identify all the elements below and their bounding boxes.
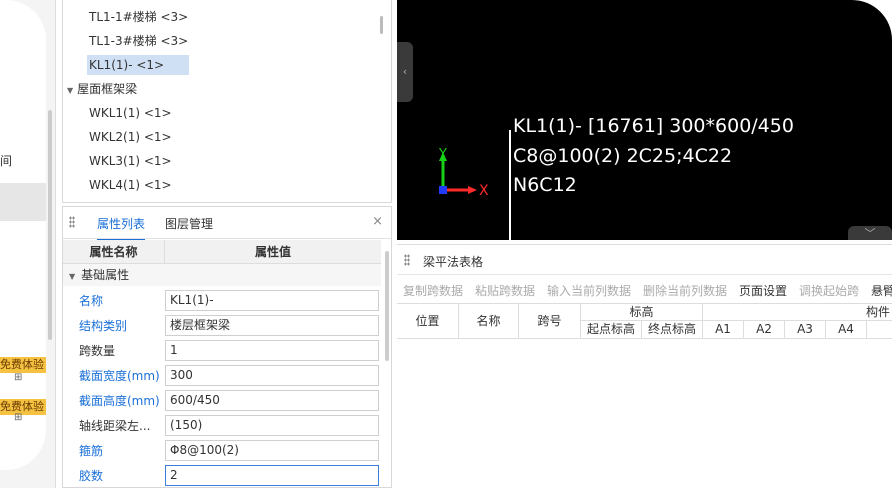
app-window: 间 免费体验 ⊞ 免费体验 ⊞ TL1-1#楼梯 <3> TL1-3#楼梯 <3…	[0, 0, 892, 488]
collapse-arrow-icon[interactable]: ▼	[69, 272, 75, 281]
sidebar-scrollbar[interactable]	[48, 110, 52, 340]
paste-span-data-button[interactable]: 粘贴跨数据	[475, 282, 535, 299]
y-axis-label: Y	[438, 148, 447, 162]
x-axis-arrow	[468, 186, 477, 194]
header-property-value: 属性值	[254, 245, 291, 259]
tree-group-roof-beams[interactable]: ▼ 屋面框架梁	[67, 79, 137, 99]
column-header-a2[interactable]: A2	[744, 321, 785, 338]
column-header-a1[interactable]: A1	[703, 321, 744, 338]
property-label: 轴线距梁左...	[79, 419, 151, 433]
property-value-field[interactable]: (150)	[165, 415, 379, 436]
input-column-data-button[interactable]: 输入当前列数据	[547, 282, 631, 299]
cantilever-button[interactable]: 悬臂	[871, 282, 892, 299]
property-value-input-focused[interactable]: 2	[165, 465, 379, 486]
tree-group-label: 屋面框架梁	[77, 82, 138, 96]
table-toolbar: 复制跨数据 粘贴跨数据 输入当前列数据 删除当前列数据 页面设置 调换起始跨 悬…	[397, 275, 892, 303]
coordinate-axis-icon: Y X	[438, 148, 489, 199]
property-label: 结构类别	[79, 319, 128, 333]
header-property-name: 属性名称	[63, 240, 165, 264]
property-group-basic[interactable]: ▼ 基础属性	[63, 264, 381, 286]
copy-span-data-button[interactable]: 复制跨数据	[403, 282, 463, 299]
beam-table-header: 位置 名称 跨号 标高 起点标高 终点标高 构件 A1 A2 A3 A4	[397, 303, 892, 339]
beam-annotation-line2: C8@100(2) 2C25;4C22	[513, 145, 733, 167]
sidebar-selected-item[interactable]	[0, 183, 46, 221]
property-value-field[interactable]: 1	[165, 340, 379, 361]
property-value-field[interactable]: 楼层框架梁	[165, 315, 379, 336]
table-panel-title: 梁平法表格	[423, 255, 484, 269]
collapse-bottom-handle[interactable]: ﹀	[848, 226, 892, 240]
beam-leader-line	[509, 130, 511, 240]
column-header-component[interactable]: 构件	[703, 304, 892, 321]
column-header-end-elevation[interactable]: 终点标高	[642, 321, 703, 338]
property-table-header: 属性名称 属性值	[63, 240, 381, 264]
table-panel-title-bar: 梁平法表格	[397, 245, 892, 275]
axis-origin	[439, 186, 447, 194]
property-panel: 属性列表 图层管理 × 属性名称 属性值 ▼ 基础属性 名称 KL1(1)- 结构…	[62, 206, 392, 488]
collapse-left-handle[interactable]: ‹	[397, 42, 413, 102]
property-row-axis-offset: 轴线距梁左... (150)	[63, 413, 381, 438]
tree-item-selected[interactable]: KL1(1)- <1>	[87, 55, 189, 75]
property-label: 胶数	[79, 469, 104, 483]
sidebar-item-fragment[interactable]: 间	[0, 152, 12, 169]
beam-annotation-line3: N6C12	[513, 174, 577, 196]
property-row-stirrup: 箍筋 Φ8@100(2)	[63, 438, 381, 463]
x-axis-label: X	[479, 183, 489, 199]
property-label: 跨数量	[79, 344, 116, 358]
column-header-a4[interactable]: A4	[826, 321, 867, 338]
expand-icon-2[interactable]: ⊞	[14, 412, 22, 423]
tree-item[interactable]: WKL4(1) <1>	[87, 175, 174, 195]
collapse-arrow-icon[interactable]: ▼	[67, 81, 73, 101]
property-scrollbar[interactable]	[385, 251, 389, 361]
property-row-span-count: 跨数量 1	[63, 338, 381, 363]
property-label: 截面高度(mm)	[79, 394, 160, 408]
tree-item[interactable]: TL1-1#楼梯 <3>	[87, 7, 190, 27]
beam-annotation-line1: KL1(1)- [16761] 300*600/450	[513, 115, 794, 137]
page-setup-button[interactable]: 页面设置	[739, 282, 787, 299]
component-tree: TL1-1#楼梯 <3> TL1-3#楼梯 <3> KL1(1)- <1> ▼ 屋…	[62, 0, 392, 203]
property-value-field[interactable]: 300	[165, 365, 379, 386]
column-header-position[interactable]: 位置	[397, 304, 459, 338]
drawing-canvas[interactable]: ‹ ﹀ KL1(1)- [16761] 300*600/450 C8@100(2…	[397, 0, 892, 240]
property-row-section-height: 截面高度(mm) 600/450	[63, 388, 381, 413]
tree-item[interactable]: WKL2(1) <1>	[87, 127, 174, 147]
tree-scrollbar[interactable]	[380, 16, 383, 34]
property-row-section-width: 截面宽度(mm) 300	[63, 363, 381, 388]
property-label: 箍筋	[79, 444, 104, 458]
property-tabs: 属性列表 图层管理 ×	[63, 207, 391, 241]
property-row-structure-type: 结构类别 楼层框架梁	[63, 313, 381, 338]
column-header-name[interactable]: 名称	[459, 304, 519, 338]
property-label: 截面宽度(mm)	[79, 369, 160, 383]
column-header-extra[interactable]	[867, 321, 892, 338]
column-header-elevation[interactable]: 标高	[581, 304, 703, 321]
beam-table-panel: 梁平法表格 复制跨数据 粘贴跨数据 输入当前列数据 删除当前列数据 页面设置 调…	[397, 244, 892, 488]
tree-item[interactable]: WKL1(1) <1>	[87, 103, 174, 123]
column-header-start-elevation[interactable]: 起点标高	[581, 321, 642, 338]
column-header-span[interactable]: 跨号	[519, 304, 581, 338]
delete-column-data-button[interactable]: 删除当前列数据	[643, 282, 727, 299]
tab-layer-management[interactable]: 图层管理	[165, 215, 213, 232]
tab-property-list[interactable]: 属性列表	[97, 215, 146, 241]
property-row-name: 名称 KL1(1)-	[63, 288, 381, 313]
column-header-a3[interactable]: A3	[785, 321, 826, 338]
swap-start-span-button[interactable]: 调换起始跨	[799, 282, 859, 299]
property-row-leg-count: 胶数 2	[63, 463, 381, 488]
free-trial-badge[interactable]: 免费体验	[0, 357, 46, 373]
free-trial-badge-2[interactable]: 免费体验	[0, 399, 46, 415]
expand-icon[interactable]: ⊞	[14, 372, 22, 383]
drag-handle-icon[interactable]	[404, 254, 410, 266]
property-label: 名称	[79, 294, 104, 308]
tree-item[interactable]: TL1-3#楼梯 <3>	[87, 31, 190, 51]
property-group-label: 基础属性	[81, 268, 130, 282]
property-value-field[interactable]: 600/450	[165, 390, 379, 411]
drag-handle-icon[interactable]	[69, 216, 75, 228]
property-value-field[interactable]: KL1(1)-	[165, 290, 379, 311]
close-icon[interactable]: ×	[372, 214, 383, 229]
tree-item[interactable]: WKL3(1) <1>	[87, 151, 174, 171]
left-sidebar: 间 免费体验 ⊞ 免费体验 ⊞	[0, 0, 56, 488]
property-value-field[interactable]: Φ8@100(2)	[165, 440, 379, 461]
